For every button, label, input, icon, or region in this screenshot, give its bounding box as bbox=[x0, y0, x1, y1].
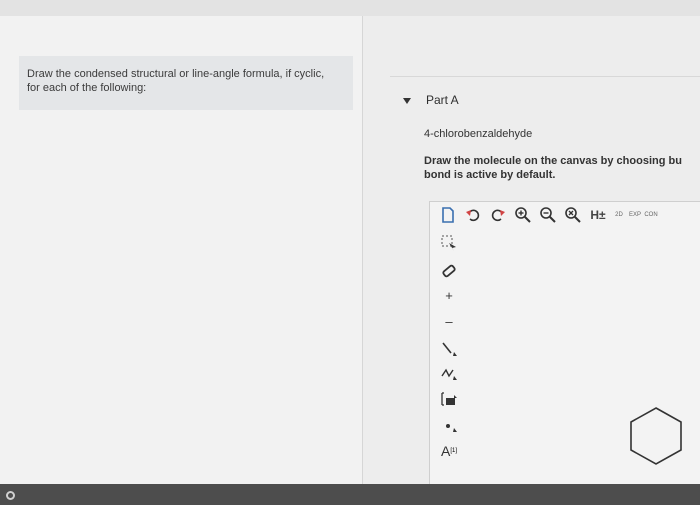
redo-icon bbox=[491, 209, 505, 222]
select-tool[interactable] bbox=[437, 232, 461, 254]
template-tool[interactable] bbox=[437, 388, 461, 410]
molecule-name: 4-chlorobenzaldehyde bbox=[424, 128, 533, 140]
undo-button[interactable] bbox=[462, 205, 484, 225]
question-instruction-line-2: for each of the following: bbox=[27, 82, 147, 94]
template-icon bbox=[441, 392, 457, 406]
plus-label: + bbox=[445, 287, 453, 303]
zoom-out-button[interactable] bbox=[537, 205, 559, 225]
zoom-out-icon bbox=[540, 207, 556, 223]
question-panel: Draw the condensed structural or line-an… bbox=[0, 16, 363, 484]
radical-dot-icon bbox=[446, 424, 457, 432]
remove-charge-tool[interactable]: – bbox=[437, 310, 461, 332]
marquee-select-icon bbox=[441, 235, 456, 251]
chain-icon bbox=[441, 368, 457, 380]
expand-button[interactable]: EXP bbox=[628, 205, 642, 225]
single-bond-icon bbox=[442, 342, 457, 356]
undo-icon bbox=[466, 209, 480, 222]
explicit-hydrogens-label: H± bbox=[590, 208, 606, 222]
benzene-ring-template[interactable] bbox=[626, 406, 686, 466]
add-charge-tool[interactable]: + bbox=[437, 284, 461, 306]
eraser-icon bbox=[442, 264, 456, 278]
instruction-box: Draw the condensed structural or line-an… bbox=[19, 56, 353, 110]
contract-button[interactable]: CON bbox=[644, 205, 658, 225]
top-band bbox=[0, 0, 700, 16]
redo-button[interactable] bbox=[487, 205, 509, 225]
caret-down-icon bbox=[403, 98, 411, 104]
zoom-in-icon bbox=[515, 207, 531, 223]
collapse-part-a-button[interactable] bbox=[402, 96, 412, 106]
minus-label: – bbox=[445, 313, 453, 329]
bottom-bar bbox=[0, 484, 700, 505]
part-instruction: Draw the molecule on the canvas by choos… bbox=[424, 154, 700, 182]
new-canvas-button[interactable] bbox=[437, 205, 459, 225]
zoom-in-button[interactable] bbox=[512, 205, 534, 225]
text-label-tool[interactable]: A [1] bbox=[437, 440, 461, 462]
single-bond-tool[interactable] bbox=[437, 338, 461, 360]
part-instruction-line-1: Draw the molecule on the canvas by choos… bbox=[424, 155, 682, 167]
section-divider bbox=[390, 76, 700, 77]
explicit-hydrogens-button[interactable]: H± bbox=[587, 205, 609, 225]
radical-tool[interactable] bbox=[437, 414, 461, 436]
part-title: Part A bbox=[426, 93, 459, 107]
clean-2d-label: 2D bbox=[615, 212, 623, 218]
document-icon bbox=[442, 207, 454, 223]
eraser-tool[interactable] bbox=[437, 260, 461, 282]
circle-icon bbox=[6, 491, 15, 500]
expand-label: EXP bbox=[628, 212, 641, 218]
part-instruction-line-2: bond is active by default. bbox=[424, 169, 556, 181]
question-instruction-line-1: Draw the condensed structural or line-an… bbox=[27, 68, 325, 80]
editor-toolbar: H± 2D EXP CON bbox=[437, 204, 660, 226]
chain-tool[interactable] bbox=[437, 362, 461, 384]
question-instruction: Draw the condensed structural or line-an… bbox=[27, 67, 347, 95]
contract-label: CON bbox=[644, 212, 658, 218]
zoom-reset-icon bbox=[565, 207, 581, 223]
text-tool-label: A bbox=[440, 443, 451, 459]
zoom-reset-button[interactable] bbox=[562, 205, 584, 225]
text-tool-sup: [1] bbox=[450, 448, 457, 454]
clean-2d-button[interactable]: 2D bbox=[612, 205, 626, 225]
